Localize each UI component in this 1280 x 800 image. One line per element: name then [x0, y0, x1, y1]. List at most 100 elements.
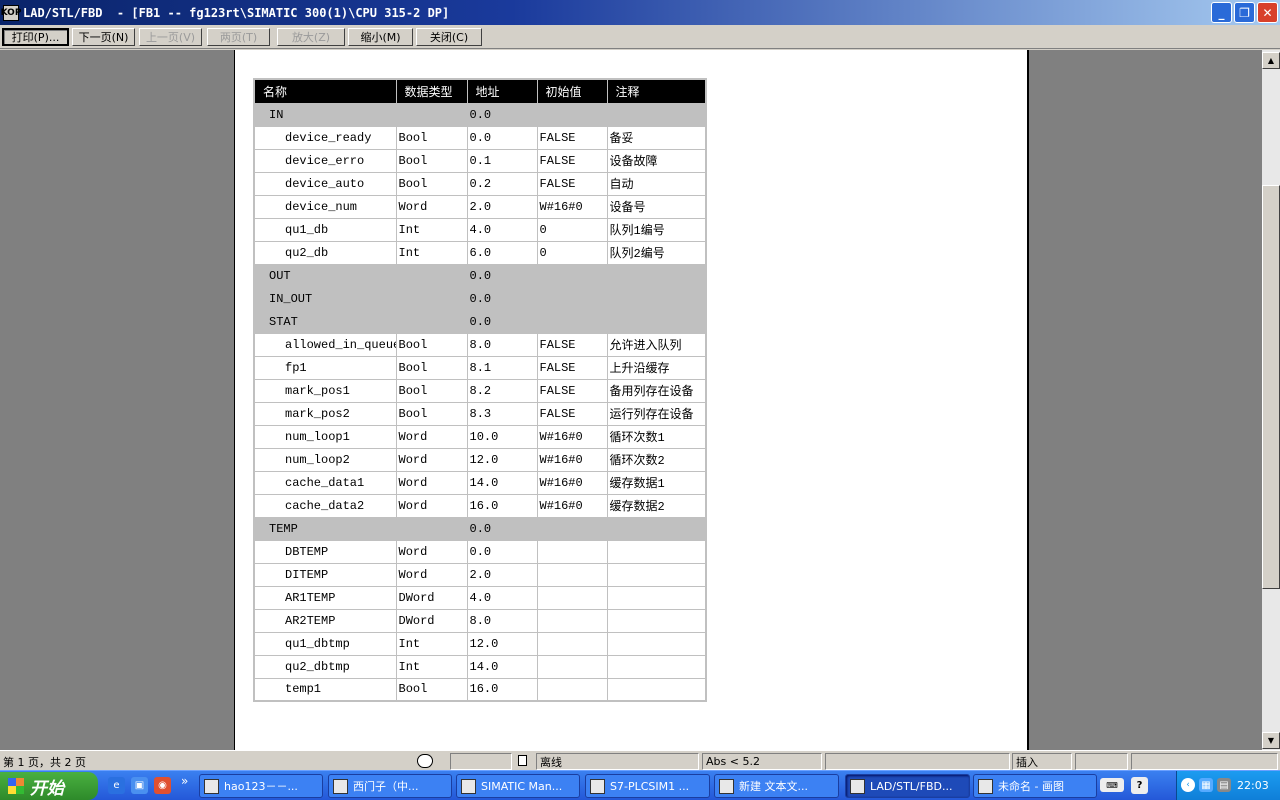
prev-page-button[interactable]: 上一页(V)	[139, 28, 202, 46]
close-preview-button[interactable]: 关闭(C)	[416, 28, 482, 46]
cell-initial	[536, 677, 608, 702]
status-pane-empty-4	[1131, 753, 1278, 770]
keyboard-icon[interactable]: ⌨	[1100, 778, 1124, 792]
cell-comment	[606, 585, 707, 610]
cell-type	[395, 286, 468, 311]
taskbar: 开始 e ▣ ◉ » hao123－－... 西门子（中... SIMATIC Ma…	[0, 770, 1280, 800]
vertical-scrollbar[interactable]: ▲ ▼	[1262, 50, 1280, 750]
zoom-out-button[interactable]: 缩小(M)	[348, 28, 413, 46]
cell-address: 10.0	[466, 424, 538, 449]
col-header-comment: 注释	[607, 79, 707, 103]
table-row: num_loop2 Word 12.0 W#16#0 循环次数2	[253, 447, 707, 472]
two-pages-button[interactable]: 两页(T)	[207, 28, 270, 46]
cell-type: Bool	[395, 677, 468, 702]
task-label: SIMATIC Man...	[481, 779, 563, 793]
minimize-button[interactable]: _	[1211, 2, 1232, 23]
title-bar[interactable]: KOP LAD/STL/FBD - [FB1 -- fg123rt\SIMATI…	[0, 0, 1280, 25]
quicklaunch-chevron-icon[interactable]: »	[181, 774, 188, 788]
cell-name: IN_OUT	[253, 286, 397, 311]
cell-type: Bool	[395, 171, 468, 196]
cell-type: Word	[395, 539, 468, 564]
cell-type: Word	[395, 447, 468, 472]
cell-address: 0.0	[466, 539, 538, 564]
cell-comment	[606, 654, 707, 679]
taskbar-task-button[interactable]: 西门子（中...	[328, 774, 452, 798]
abs-position: Abs < 5.2	[702, 753, 822, 770]
cell-address: 8.1	[466, 355, 538, 380]
table-row: mark_pos1 Bool 8.2 FALSE 备用列存在设备	[253, 378, 707, 403]
cell-comment: 备用列存在设备	[606, 378, 707, 403]
status-bar: 第 1 页，共 2 页 离线 Abs < 5.2 插入	[0, 750, 1280, 770]
scroll-down-arrow-icon[interactable]: ▼	[1262, 732, 1280, 749]
tray-collapse-icon[interactable]: ‹	[1181, 778, 1195, 792]
cell-name: cache_data1	[253, 470, 397, 495]
section-row: STAT 0.0	[253, 309, 707, 334]
cell-name: temp1	[253, 677, 397, 702]
table-row: cache_data1 Word 14.0 W#16#0 缓存数据1	[253, 470, 707, 495]
taskbar-task-button[interactable]: SIMATIC Man...	[456, 774, 580, 798]
cell-name: qu2_dbtmp	[253, 654, 397, 679]
cell-name: num_loop2	[253, 447, 397, 472]
next-page-button[interactable]: 下一页(N)	[72, 28, 135, 46]
desktop-quicklaunch-icon[interactable]: ▣	[131, 777, 148, 794]
restore-button[interactable]: ❐	[1234, 2, 1255, 23]
cell-name: qu1_db	[253, 217, 397, 242]
cell-comment	[606, 516, 707, 541]
start-button[interactable]: 开始	[0, 772, 98, 800]
cell-comment: 设备故障	[606, 148, 707, 173]
cell-address: 12.0	[466, 631, 538, 656]
cell-comment: 循环次数1	[606, 424, 707, 449]
scroll-thumb[interactable]	[1262, 185, 1280, 589]
taskbar-task-button[interactable]: 未命名 - 画图	[973, 774, 1097, 798]
cell-initial: W#16#0	[536, 447, 608, 472]
cell-type: Int	[395, 631, 468, 656]
volume-tray-icon[interactable]: ▤	[1217, 778, 1231, 792]
cell-type	[395, 516, 468, 541]
cell-name: allowed_in_queue	[253, 332, 397, 357]
table-row: cache_data2 Word 16.0 W#16#0 缓存数据2	[253, 493, 707, 518]
close-window-button[interactable]: ✕	[1257, 2, 1278, 23]
cell-comment: 运行列存在设备	[606, 401, 707, 426]
network-icon	[417, 754, 433, 768]
cell-initial	[536, 539, 608, 564]
clock[interactable]: 22:03	[1237, 779, 1269, 792]
cell-address: 0.1	[466, 148, 538, 173]
cell-type: Word	[395, 470, 468, 495]
cell-comment: 缓存数据2	[606, 493, 707, 518]
app-icon: KOP	[1, 4, 21, 21]
cell-initial: FALSE	[536, 401, 608, 426]
scroll-up-arrow-icon[interactable]: ▲	[1262, 52, 1280, 69]
cell-comment: 队列2编号	[606, 240, 707, 265]
start-label: 开始	[30, 778, 64, 799]
cell-initial	[536, 608, 608, 633]
cell-comment: 允许进入队列	[606, 332, 707, 357]
zoom-in-button[interactable]: 放大(Z)	[277, 28, 345, 46]
cell-address: 8.0	[466, 608, 538, 633]
taskbar-task-button[interactable]: 新建 文本文...	[714, 774, 839, 798]
cell-address: 4.0	[466, 585, 538, 610]
cell-address: 14.0	[466, 470, 538, 495]
table-row: qu1_dbtmp Int 12.0	[253, 631, 707, 656]
cell-name: qu2_db	[253, 240, 397, 265]
network-tray-icon[interactable]: ▦	[1199, 778, 1213, 792]
cell-comment	[606, 102, 707, 127]
cell-initial: W#16#0	[536, 194, 608, 219]
cell-type: Bool	[395, 148, 468, 173]
taskbar-task-button[interactable]: LAD/STL/FBD...	[845, 774, 970, 798]
cell-name: STAT	[253, 309, 397, 334]
help-icon[interactable]: ?	[1131, 777, 1148, 794]
cell-name: DITEMP	[253, 562, 397, 587]
taskbar-task-button[interactable]: S7-PLCSIM1 ...	[585, 774, 710, 798]
qq-quicklaunch-icon[interactable]: ◉	[154, 777, 171, 794]
cell-type	[395, 102, 468, 127]
cell-type: Word	[395, 424, 468, 449]
taskbar-task-button[interactable]: hao123－－...	[199, 774, 323, 798]
cell-comment: 自动	[606, 171, 707, 196]
cell-initial: 0	[536, 240, 608, 265]
cell-name: DBTEMP	[253, 539, 397, 564]
section-row: OUT 0.0	[253, 263, 707, 288]
table-row: device_ready Bool 0.0 FALSE 备妥	[253, 125, 707, 150]
cell-address: 0.0	[466, 263, 538, 288]
print-button[interactable]: 打印(P)...	[2, 28, 69, 46]
ie-quicklaunch-icon[interactable]: e	[108, 777, 125, 794]
